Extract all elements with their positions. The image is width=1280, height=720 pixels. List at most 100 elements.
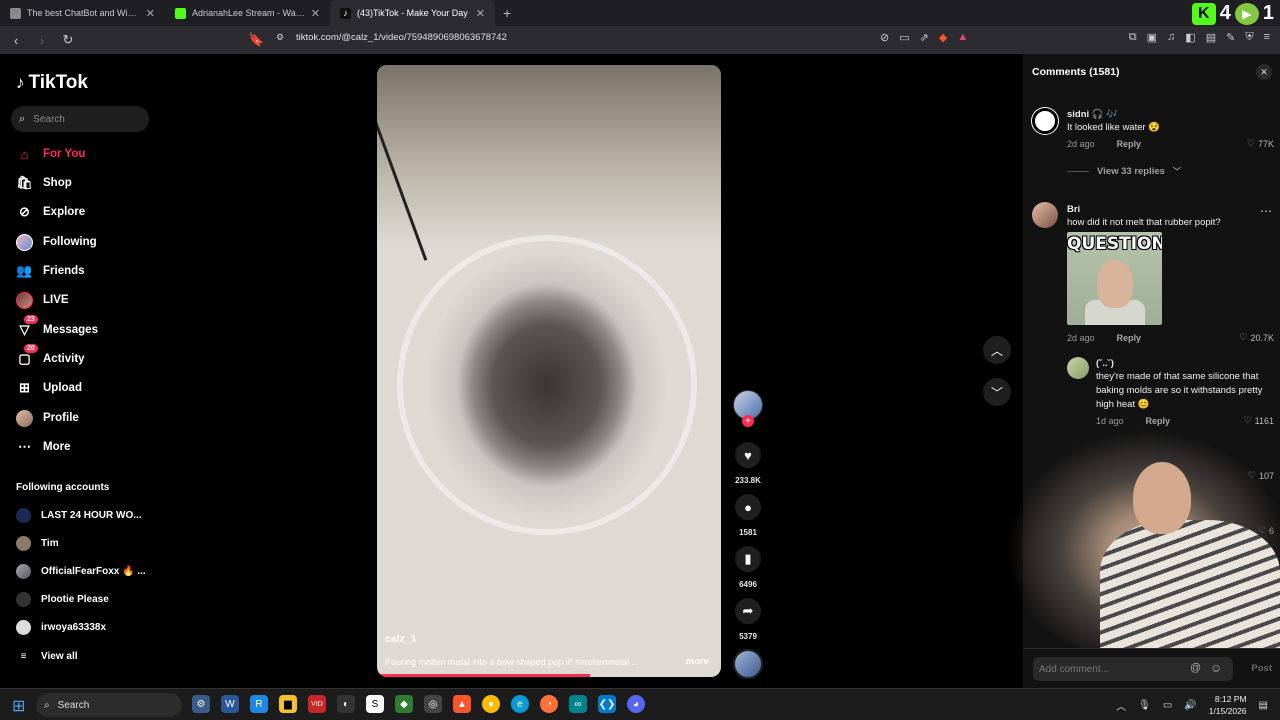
brave-icon[interactable]: ▲	[453, 695, 471, 713]
following-account[interactable]: OfficialFearFoxx 🔥 ...	[16, 562, 146, 580]
browser-tab-2[interactable]: AdrianahLee Stream - Watch Live on ✕	[165, 0, 330, 26]
app-icon[interactable]: ◐	[337, 695, 355, 713]
app-icon[interactable]: VID	[308, 695, 326, 713]
edge-icon[interactable]: e	[511, 695, 529, 713]
sidebar-item-live[interactable]: LIVE	[16, 290, 69, 310]
sidebar-icon[interactable]: ◧	[1185, 31, 1195, 44]
windows-start-icon[interactable]: ⊞	[12, 696, 25, 716]
file-explorer-icon[interactable]: ▆	[279, 695, 297, 713]
tiktok-logo[interactable]: ♪ TikTok	[16, 72, 88, 94]
save-button[interactable]: ▮	[735, 546, 761, 572]
sidebar-item-upload[interactable]: ⊞ Upload	[16, 378, 82, 398]
share-icon[interactable]: ⇗	[920, 31, 929, 44]
follow-plus-icon[interactable]: +	[742, 415, 754, 427]
avatar[interactable]	[1067, 357, 1089, 379]
sidebar-item-for-you[interactable]: ⌂ For You	[16, 144, 86, 164]
sidebar-item-following[interactable]: Following	[16, 232, 97, 252]
avatar[interactable]	[1032, 108, 1058, 134]
sidebar-item-shop[interactable]: 🛍 Shop	[16, 173, 72, 193]
site-settings-icon[interactable]: ⚙	[272, 32, 288, 43]
app-icon[interactable]: ◎	[424, 695, 442, 713]
extensions-icon[interactable]: ⧉	[1129, 31, 1137, 44]
app-icon[interactable]: R	[250, 695, 268, 713]
clock[interactable]: 8:12 PM 1/15/2026	[1209, 693, 1247, 717]
music-disc-icon[interactable]	[733, 649, 763, 679]
comment-button[interactable]: ●	[735, 494, 761, 520]
chevron-up-icon[interactable]: ︿	[1116, 698, 1126, 713]
vscode-icon[interactable]: ❮❯	[598, 695, 616, 713]
reply-button[interactable]: Reply	[1117, 333, 1142, 343]
more-options-icon[interactable]: ⋯	[1260, 204, 1272, 218]
close-icon[interactable]: ✕	[476, 7, 485, 20]
menu-icon[interactable]: ≡	[1264, 31, 1270, 44]
app-icon[interactable]: ∞	[569, 695, 587, 713]
comment-username[interactable]: Bri	[1067, 204, 1080, 215]
new-tab-button[interactable]: +	[495, 5, 519, 21]
following-account[interactable]: Plootie Please	[16, 590, 109, 608]
mention-icon[interactable]: @	[1190, 662, 1201, 674]
app-icon[interactable]: W	[221, 695, 239, 713]
browser-tab-1[interactable]: The best ChatBot and Widgets for Ki ✕	[0, 0, 165, 26]
forward-icon[interactable]: ›	[34, 33, 50, 48]
reply-button[interactable]: Reply	[1146, 416, 1171, 426]
following-account[interactable]: Tim	[16, 534, 59, 552]
comment-username[interactable]: (˘..˘)	[1096, 358, 1114, 369]
taskbar-search[interactable]: ⌕ Search	[36, 693, 182, 717]
following-account[interactable]: LAST 24 HOUR WO...	[16, 506, 142, 524]
wallet-icon[interactable]: ▤	[1206, 31, 1216, 44]
add-comment-input[interactable]: Add comment...	[1033, 657, 1233, 681]
notifications-icon[interactable]: ▤	[1259, 700, 1268, 711]
next-video-button[interactable]: ﹀	[983, 378, 1011, 406]
sidebar-item-profile[interactable]: Profile	[16, 408, 79, 428]
view-replies-button[interactable]: View 33 replies ﹀	[1067, 166, 1181, 177]
sidebar-item-messages[interactable]: ▽ 23 Messages	[16, 314, 98, 340]
following-account[interactable]: irwoya63338x	[16, 618, 106, 636]
comment-gif[interactable]: QUESTION:	[1067, 232, 1162, 325]
chrome-icon[interactable]: ●	[482, 695, 500, 713]
comment-username[interactable]: sidni 🎧 🎶	[1067, 109, 1118, 120]
comment-like-button[interactable]: ♡ 20.7K	[1239, 332, 1274, 343]
close-comments-button[interactable]: ✕	[1256, 64, 1272, 80]
emoji-icon[interactable]: ☺	[1210, 661, 1222, 675]
video-player[interactable]: calz_1 Pouring molten metal into a bow s…	[377, 65, 721, 677]
description-more-button[interactable]: more	[686, 656, 709, 667]
microphone-icon[interactable]: 🎙	[1138, 700, 1151, 711]
app-icon[interactable]: ⚙	[192, 695, 210, 713]
comment-like-button[interactable]: ♡ 77K	[1247, 138, 1274, 149]
volume-icon[interactable]: 🔊	[1184, 700, 1196, 711]
vpn-icon[interactable]: ⛨	[1245, 31, 1253, 44]
view-all-link[interactable]: ≡ View all	[16, 647, 78, 665]
leo-icon[interactable]: ✎	[1226, 31, 1235, 44]
brave-shield-icon[interactable]: ◆	[939, 31, 947, 44]
video-username[interactable]: calz_1	[385, 633, 417, 645]
close-icon[interactable]: ✕	[311, 7, 320, 20]
comment-like-button[interactable]: ♡ 1161	[1244, 415, 1274, 426]
firefox-icon[interactable]: ◔	[540, 695, 558, 713]
search-input[interactable]: ⌕ Search	[11, 106, 149, 132]
music-icon[interactable]: ♫	[1167, 31, 1175, 44]
reload-icon[interactable]: ↻	[60, 32, 76, 48]
sidebar-item-more[interactable]: ⋯ More	[16, 437, 70, 457]
sidebar-item-friends[interactable]: 👥 Friends	[16, 261, 84, 281]
share-button[interactable]: ➦	[735, 598, 761, 624]
screenshot-icon[interactable]: ▣	[1147, 31, 1157, 44]
network-icon[interactable]: ▭	[1163, 700, 1172, 711]
app-icon[interactable]: ◆	[395, 695, 413, 713]
avatar[interactable]	[1032, 202, 1058, 228]
discord-icon[interactable]: ◕	[627, 695, 645, 713]
bookmark-icon[interactable]: 🔖	[248, 32, 264, 48]
brave-rewards-icon[interactable]: ▲	[957, 31, 968, 44]
back-icon[interactable]: ‹	[8, 33, 24, 48]
previous-video-button[interactable]: ︿	[983, 336, 1011, 364]
app-icon[interactable]: S	[366, 695, 384, 713]
video-progress-bar[interactable]	[377, 674, 591, 677]
close-icon[interactable]: ✕	[146, 7, 155, 20]
sidebar-item-activity[interactable]: ▢ 20 Activity	[16, 343, 85, 369]
screen-icon[interactable]: ▭	[899, 31, 909, 44]
cast-icon[interactable]: ⊘	[880, 31, 889, 44]
post-button[interactable]: Post	[1251, 663, 1272, 674]
reply-button[interactable]: Reply	[1117, 139, 1142, 149]
browser-tab-3[interactable]: ♪ (43)TikTok - Make Your Day ✕	[330, 0, 495, 26]
url-field[interactable]: tiktok.com/@calz_1/video/759489069806367…	[296, 32, 507, 43]
like-button[interactable]: ♥	[735, 442, 761, 468]
